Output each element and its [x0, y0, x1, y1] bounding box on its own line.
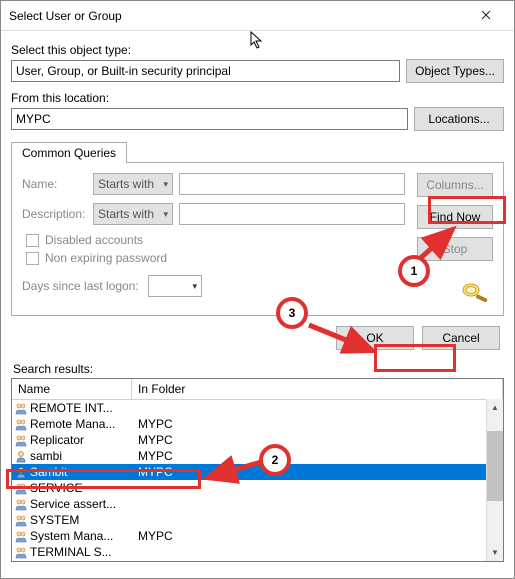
result-folder: MYPC — [134, 465, 501, 479]
result-name: Remote Mana... — [30, 417, 134, 431]
non-expiring-password-label: Non expiring password — [45, 251, 167, 265]
days-since-logon-label: Days since last logon: — [22, 279, 142, 293]
user-icon — [14, 465, 28, 479]
disabled-accounts-checkbox[interactable] — [26, 234, 39, 247]
annotation-arrow-2 — [201, 454, 271, 494]
user-icon — [14, 449, 28, 463]
find-icon — [459, 279, 493, 305]
result-name: SYSTEM — [30, 513, 134, 527]
group-icon — [14, 481, 28, 495]
result-name: REMOTE INT... — [30, 401, 134, 415]
group-icon — [14, 401, 28, 415]
location-label: From this location: — [11, 91, 504, 105]
result-row[interactable]: REMOTE INT... — [12, 400, 503, 416]
annotation-arrow-3 — [303, 319, 383, 359]
result-folder: MYPC — [134, 433, 501, 447]
result-name: Service assert... — [30, 497, 134, 511]
description-mode-select[interactable]: Starts with ▾ — [93, 203, 173, 225]
result-row[interactable]: Service assert... — [12, 496, 503, 512]
queries-form: Name: Starts with ▾ Description: Starts … — [22, 173, 405, 305]
days-since-logon-select[interactable]: ▾ — [148, 275, 202, 297]
group-icon — [14, 513, 28, 527]
result-name: SERVICE — [30, 481, 134, 495]
result-row[interactable]: SYSTEM — [12, 512, 503, 528]
chevron-down-icon: ▾ — [163, 179, 168, 190]
result-name: Replicator — [30, 433, 134, 447]
tab-common-queries[interactable]: Common Queries — [11, 142, 127, 163]
location-field[interactable] — [11, 108, 408, 130]
annotation-arrow-1 — [405, 223, 465, 273]
result-row[interactable]: Remote Mana...MYPC — [12, 416, 503, 432]
column-name-header[interactable]: Name — [12, 379, 132, 399]
chevron-down-icon: ▾ — [192, 281, 197, 292]
result-row[interactable]: ReplicatorMYPC — [12, 432, 503, 448]
group-icon — [14, 433, 28, 447]
scroll-down-icon[interactable]: ▼ — [487, 544, 503, 561]
description-query-input[interactable] — [179, 203, 405, 225]
result-name: System Mana... — [30, 529, 134, 543]
result-folder: MYPC — [134, 417, 501, 431]
result-name: sambi — [30, 449, 134, 463]
name-query-input[interactable] — [179, 173, 405, 195]
close-button[interactable] — [466, 2, 506, 30]
cancel-button[interactable]: Cancel — [422, 326, 500, 350]
result-name: TERMINAL S... — [30, 545, 134, 559]
scroll-thumb[interactable] — [487, 431, 503, 501]
disabled-accounts-label: Disabled accounts — [45, 233, 143, 247]
result-folder: MYPC — [134, 449, 501, 463]
name-label: Name: — [22, 177, 87, 191]
group-icon — [14, 545, 28, 559]
object-type-field[interactable] — [11, 60, 400, 82]
search-results-label: Search results: — [13, 362, 504, 376]
group-icon — [14, 497, 28, 511]
result-name: Sambit — [30, 465, 134, 479]
results-scrollbar[interactable]: ▲ ▼ — [486, 399, 503, 561]
non-expiring-password-checkbox[interactable] — [26, 252, 39, 265]
result-row[interactable]: System Mana...MYPC — [12, 528, 503, 544]
name-mode-select[interactable]: Starts with ▾ — [93, 173, 173, 195]
description-label: Description: — [22, 207, 87, 221]
scroll-up-icon[interactable]: ▲ — [487, 399, 503, 416]
group-icon — [14, 417, 28, 431]
column-folder-header[interactable]: In Folder — [132, 379, 503, 399]
result-row[interactable]: TERMINAL S... — [12, 544, 503, 560]
result-folder: MYPC — [134, 529, 501, 543]
group-icon — [14, 529, 28, 543]
mouse-cursor-icon — [250, 31, 266, 51]
titlebar: Select User or Group — [1, 1, 514, 31]
columns-button[interactable]: Columns... — [417, 173, 493, 197]
window-title: Select User or Group — [9, 9, 466, 23]
object-types-button[interactable]: Object Types... — [406, 59, 504, 83]
select-user-group-window: Select User or Group Select this object … — [0, 0, 515, 579]
locations-button[interactable]: Locations... — [414, 107, 504, 131]
chevron-down-icon: ▾ — [163, 209, 168, 220]
close-icon — [481, 9, 491, 23]
